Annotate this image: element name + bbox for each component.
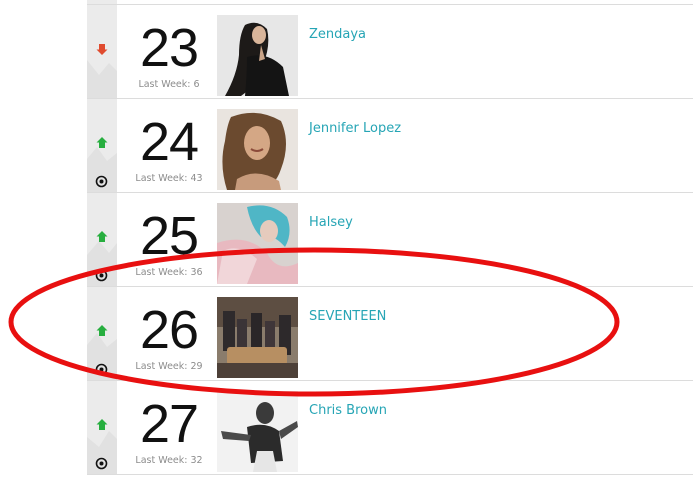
target-icon bbox=[95, 175, 108, 188]
last-week-label: Last Week: 32 bbox=[135, 455, 203, 466]
trend-strip bbox=[87, 287, 117, 380]
arrow-down-icon bbox=[96, 44, 108, 55]
chart-row: 24 Last Week: 43 Jennifer Lopez bbox=[87, 99, 693, 193]
artist-photo[interactable] bbox=[217, 391, 298, 472]
artist-chart: 23 Last Week: 6 Zendaya 24 Last Week: 43… bbox=[87, 0, 693, 479]
arrow-up-icon bbox=[96, 325, 108, 336]
rank-number: 23 bbox=[139, 18, 199, 78]
artist-photo[interactable] bbox=[217, 109, 298, 190]
artist-photo[interactable] bbox=[217, 203, 298, 284]
rank-number: 25 bbox=[139, 206, 199, 266]
rank-number: 26 bbox=[139, 300, 199, 360]
artist-photo[interactable] bbox=[217, 15, 298, 96]
trend-strip bbox=[87, 99, 117, 192]
target-icon bbox=[95, 363, 108, 376]
arrow-up-icon bbox=[96, 231, 108, 242]
trend-strip bbox=[87, 193, 117, 286]
artist-name-link[interactable]: Chris Brown bbox=[309, 403, 387, 418]
trend-strip bbox=[87, 381, 117, 474]
artist-photo[interactable] bbox=[217, 297, 298, 378]
trend-strip bbox=[87, 5, 117, 98]
last-week-label: Last Week: 36 bbox=[135, 267, 203, 278]
rank-number: 27 bbox=[139, 394, 199, 454]
last-week-label: Last Week: 43 bbox=[135, 173, 203, 184]
arrow-up-icon bbox=[96, 419, 108, 430]
artist-name-link[interactable]: Jennifer Lopez bbox=[309, 121, 401, 136]
chart-row: 27 Last Week: 32 Chris Brown bbox=[87, 381, 693, 475]
rank-number: 24 bbox=[139, 112, 199, 172]
target-icon bbox=[95, 457, 108, 470]
artist-name-link[interactable]: SEVENTEEN bbox=[309, 309, 386, 324]
last-week-label: Last Week: 29 bbox=[135, 361, 203, 372]
artist-name-link[interactable]: Halsey bbox=[309, 215, 353, 230]
chart-row: 23 Last Week: 6 Zendaya bbox=[87, 5, 693, 99]
last-week-label: Last Week: 6 bbox=[138, 79, 200, 90]
chart-row: 25 Last Week: 36 Halsey bbox=[87, 193, 693, 287]
artist-name-link[interactable]: Zendaya bbox=[309, 27, 366, 42]
arrow-up-icon bbox=[96, 137, 108, 148]
target-icon bbox=[95, 269, 108, 282]
chart-row: 26 Last Week: 29 SEVENTEEN bbox=[87, 287, 693, 381]
